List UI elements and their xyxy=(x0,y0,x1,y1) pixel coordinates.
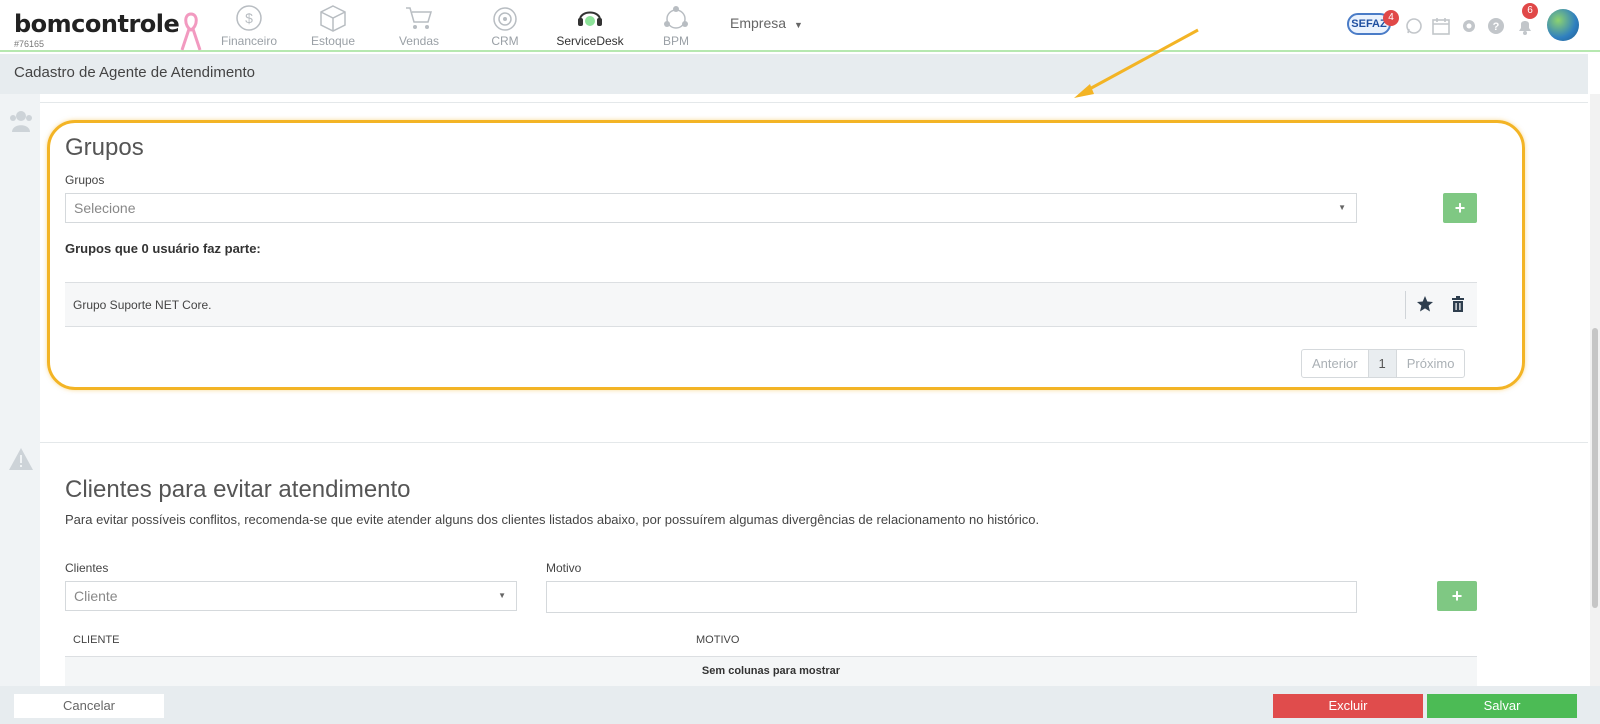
client-select-placeholder: Cliente xyxy=(74,588,118,604)
pagination: Anterior 1 Próximo xyxy=(1301,349,1466,378)
groups-select-placeholder: Selecione xyxy=(74,200,136,216)
nav-estoque-label: Estoque xyxy=(310,34,356,48)
groups-field-label: Grupos xyxy=(65,173,105,187)
caret-down-icon: ▼ xyxy=(498,591,506,600)
nav-bpm-label: BPM xyxy=(662,34,689,48)
scrollbar-thumb[interactable] xyxy=(1592,328,1598,608)
nav-servicedesk[interactable]: ServiceDesk xyxy=(548,4,632,48)
target-icon xyxy=(493,7,517,31)
nav-vendas[interactable]: Vendas xyxy=(377,4,461,48)
page-header: Cadastro de Agente de Atendimento xyxy=(0,54,1588,94)
divider xyxy=(40,102,1588,103)
nav-bpm[interactable]: BPM xyxy=(634,4,718,48)
clients-description: Para evitar possíveis conflitos, recomen… xyxy=(65,512,1040,527)
page-title: Cadastro de Agente de Atendimento xyxy=(14,64,256,81)
nav-crm-label: CRM xyxy=(491,34,519,48)
caret-down-icon: ▼ xyxy=(1338,203,1346,212)
account-id: #76165 xyxy=(14,39,45,49)
pagination-next[interactable]: Próximo xyxy=(1397,350,1465,377)
cart-icon xyxy=(406,7,433,29)
divider xyxy=(40,442,1588,443)
delete-button[interactable]: Excluir xyxy=(1273,694,1423,718)
help-icon[interactable]: ? xyxy=(1486,16,1506,36)
company-dropdown-label: Empresa xyxy=(730,15,787,31)
column-header-motivo[interactable]: MOTIVO xyxy=(696,634,739,646)
company-dropdown[interactable]: Empresa ▼ xyxy=(730,15,803,31)
trash-icon[interactable] xyxy=(1449,295,1467,313)
nav-financeiro[interactable]: $ Financeiro xyxy=(207,4,291,48)
top-navbar: bomcontrole #76165 $ Financeiro Estoque … xyxy=(0,0,1600,52)
app-logo[interactable]: bomcontrole xyxy=(14,10,180,38)
warning-icon xyxy=(9,448,33,470)
groups-select[interactable]: Selecione ▼ xyxy=(65,193,1357,223)
add-group-button[interactable]: + xyxy=(1443,193,1477,223)
empty-table-message: Sem colunas para mostrar xyxy=(65,657,1477,686)
groups-member-heading: Grupos que 0 usuário faz parte: xyxy=(65,241,261,256)
cancel-button[interactable]: Cancelar xyxy=(14,694,164,718)
nav-vendas-label: Vendas xyxy=(398,34,440,48)
svg-text:$: $ xyxy=(245,10,253,26)
client-select[interactable]: Cliente ▼ xyxy=(65,581,517,611)
add-client-button[interactable]: + xyxy=(1437,581,1477,611)
svg-text:?: ? xyxy=(1493,21,1500,33)
clients-section-title: Clientes para evitar atendimento xyxy=(65,476,411,503)
nav-estoque[interactable]: Estoque xyxy=(291,4,375,48)
gear-icon[interactable] xyxy=(1459,16,1479,36)
divider xyxy=(1405,291,1406,319)
notifications-badge: 6 xyxy=(1522,3,1538,19)
group-name-cell: Grupo Suporte NET Core. xyxy=(73,298,212,312)
pagination-prev[interactable]: Anterior xyxy=(1302,350,1368,377)
avatar[interactable] xyxy=(1547,9,1579,41)
pagination-page[interactable]: 1 xyxy=(1367,350,1397,377)
table-row: Grupo Suporte NET Core. xyxy=(65,282,1477,327)
whatsapp-icon[interactable] xyxy=(1404,16,1424,36)
clients-field-label: Clientes xyxy=(65,561,109,575)
nav-financeiro-label: Financeiro xyxy=(220,34,278,48)
pink-ribbon-icon xyxy=(180,12,202,51)
groups-section-title: Grupos xyxy=(65,134,144,161)
box-icon xyxy=(320,5,346,32)
calendar-icon[interactable] xyxy=(1431,16,1451,36)
caret-down-icon: ▼ xyxy=(794,20,803,30)
bpm-icon xyxy=(664,6,688,29)
sefaz-badge: 4 xyxy=(1383,10,1399,26)
star-icon[interactable] xyxy=(1416,295,1434,313)
headset-icon xyxy=(578,11,602,26)
dollar-icon: $ xyxy=(236,5,262,31)
users-group-icon xyxy=(10,111,32,132)
bell-icon[interactable] xyxy=(1515,16,1535,36)
column-header-cliente[interactable]: CLIENTE xyxy=(73,634,119,646)
save-button[interactable]: Salvar xyxy=(1427,694,1577,718)
section-gutter xyxy=(0,94,40,686)
reason-field-label: Motivo xyxy=(546,561,582,575)
reason-input[interactable] xyxy=(546,581,1357,613)
arrow-annotation xyxy=(1074,28,1199,98)
nav-servicedesk-label: ServiceDesk xyxy=(556,34,624,48)
nav-crm[interactable]: CRM xyxy=(463,4,547,48)
